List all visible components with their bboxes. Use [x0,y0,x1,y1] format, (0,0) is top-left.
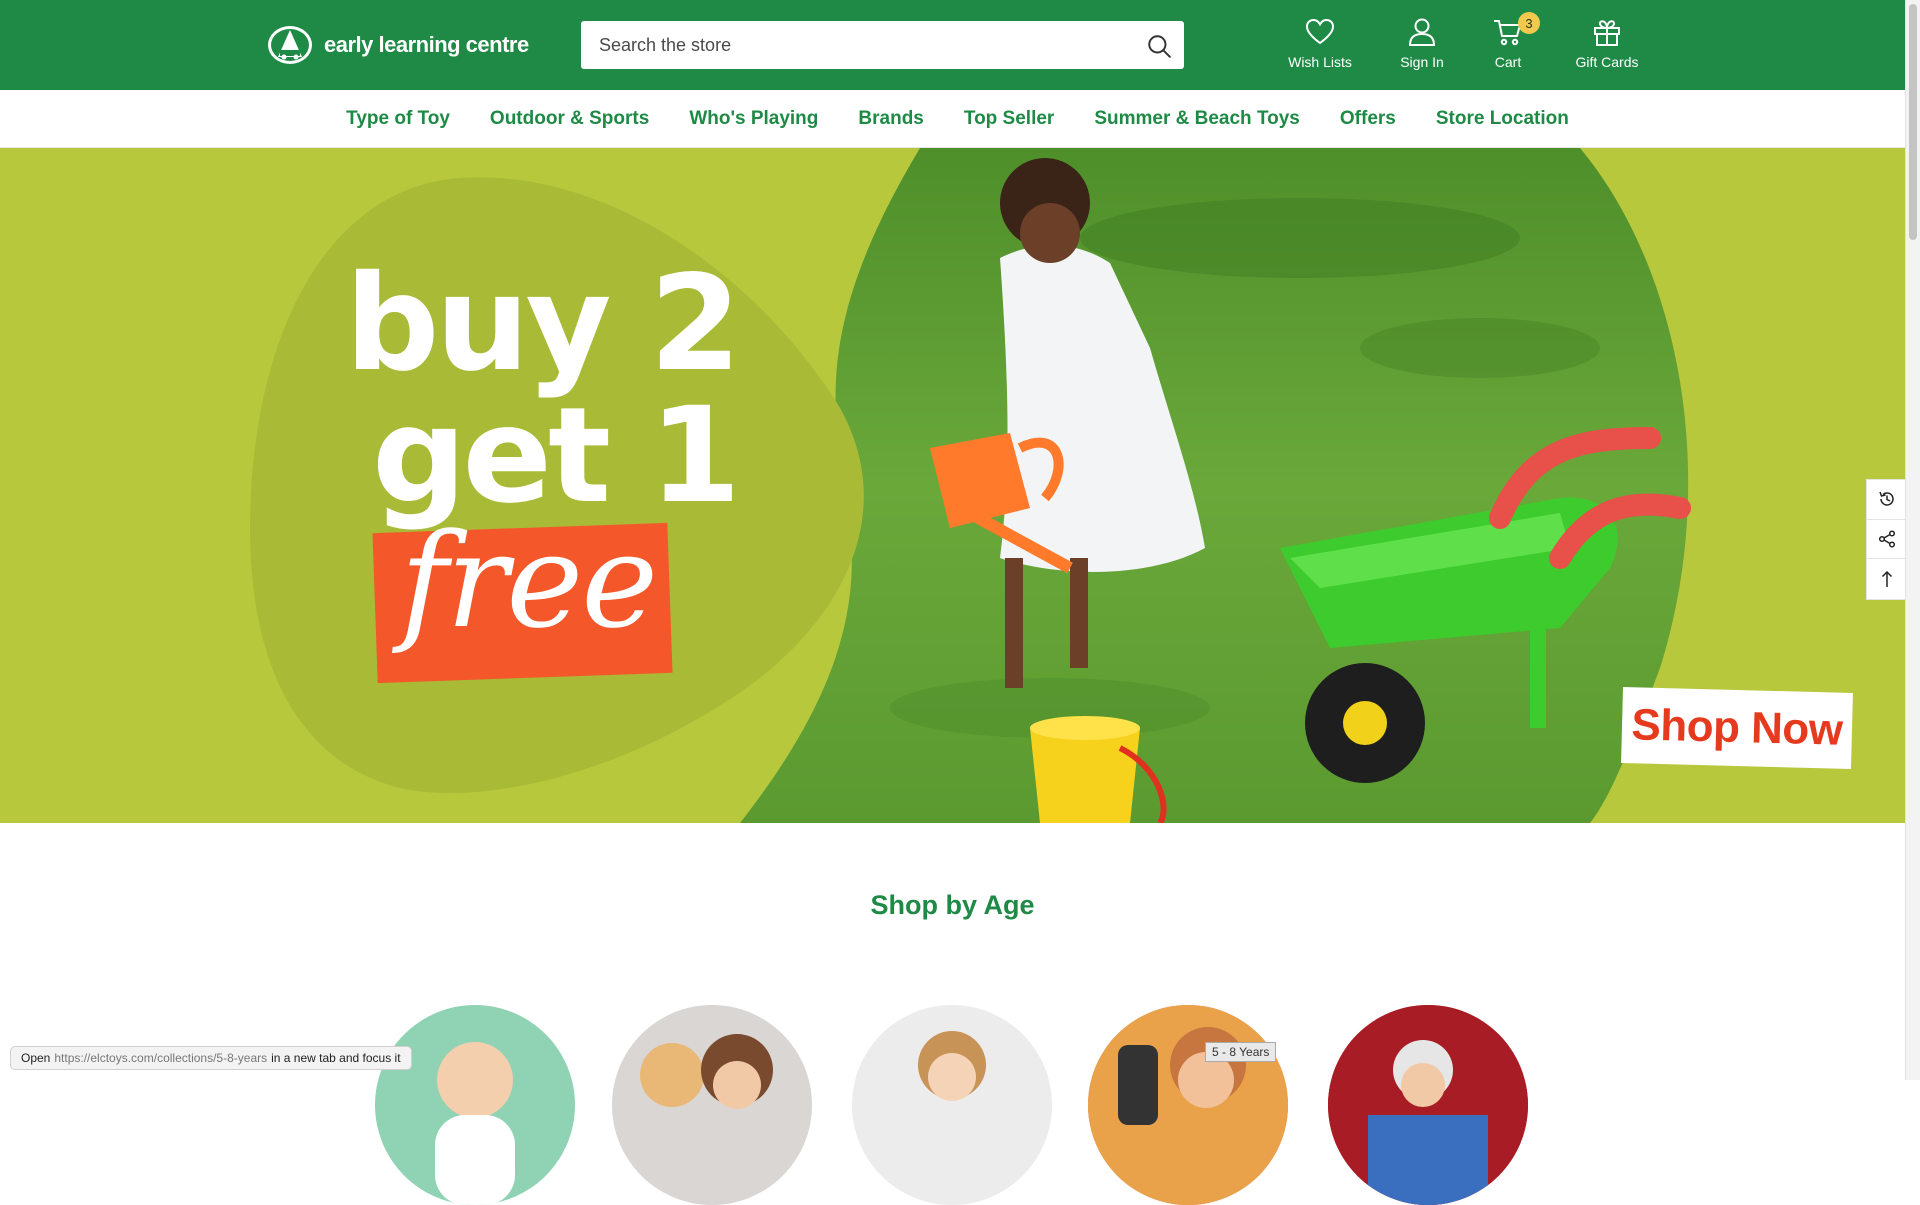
cart-count-badge: 3 [1518,12,1540,34]
age-category-5-8-years[interactable] [1088,1005,1288,1205]
back-to-top-button[interactable] [1867,559,1906,599]
cart-label: Cart [1494,54,1522,70]
search-bar [581,21,1184,69]
promo-line-1: buy 2 [345,247,741,401]
nav-summer-beach-toys[interactable]: Summer & Beach Toys [1094,108,1300,130]
status-prefix: Open [21,1051,51,1065]
age-baby-image [435,1042,515,1205]
share-button[interactable] [1867,520,1906,560]
nav-store-location[interactable]: Store Location [1436,108,1569,130]
shop-by-age-title: Shop by Age [870,890,1035,920]
nav-brands[interactable]: Brands [858,108,923,130]
side-toolbar [1866,479,1906,600]
wishlist-link[interactable]: Wish Lists [1288,16,1352,76]
arrow-up-icon [1881,571,1892,588]
share-icon [1878,530,1895,548]
user-icon [1408,18,1436,46]
site-header: early learning centre Wish Lists Sign In [0,0,1905,90]
status-url: https://elctoys.com/collections/5-8-year… [54,1051,268,1065]
wishlist-label: Wish Lists [1288,54,1352,70]
brand-name: early learning centre [324,32,529,57]
signin-link[interactable]: Sign In [1397,16,1447,76]
recently-viewed-button[interactable] [1867,480,1906,520]
shop-now-button[interactable]: Shop Now [1621,687,1853,769]
signin-label: Sign In [1400,54,1444,70]
hero-banner[interactable]: buy 2 get 1 free Shop Now [0,148,1905,823]
promo-line-2: get 1 [372,379,741,533]
link-status-bar: Open https://elctoys.com/collections/5-8… [10,1046,412,1070]
page-scrollbar[interactable] [1905,0,1920,1080]
giftcards-link[interactable]: Gift Cards [1572,16,1642,76]
age-preschool-image [918,1031,986,1101]
age-category-baby[interactable] [375,1005,575,1205]
status-suffix: in a new tab and focus it [271,1051,401,1065]
age-category-toddler[interactable] [612,1005,812,1205]
heart-icon [1305,18,1335,45]
age-toddler-image [640,1034,773,1109]
giftcards-label: Gift Cards [1575,54,1639,70]
main-nav: Type of Toy Outdoor & Sports Who's Playi… [0,90,1905,148]
age-5-8-years-image [1088,1005,1288,1205]
cart-link[interactable]: 3 Cart [1490,12,1540,76]
age-category-8-plus[interactable] [1328,1005,1528,1205]
elc-logo-icon [268,26,312,64]
nav-whos-playing[interactable]: Who's Playing [689,108,818,130]
nav-outdoor-sports[interactable]: Outdoor & Sports [490,108,649,130]
hero-photo [250,148,1691,823]
nav-offers[interactable]: Offers [1340,108,1396,130]
age-category-preschool[interactable] [852,1005,1052,1205]
nav-type-of-toy[interactable]: Type of Toy [346,108,450,130]
scrollbar-thumb[interactable] [1909,4,1917,240]
age-8-plus-image [1328,1005,1528,1205]
age-tag-5-8-years: 5 - 8 Years [1205,1042,1277,1062]
search-icon [1148,35,1171,58]
site-logo[interactable]: early learning centre [266,24,529,66]
nav-top-seller[interactable]: Top Seller [964,108,1054,130]
history-icon [1878,492,1894,506]
promo-line-3: free [400,505,658,657]
gift-icon [1594,20,1620,46]
search-button[interactable] [1144,31,1174,61]
search-input[interactable] [581,21,1121,69]
